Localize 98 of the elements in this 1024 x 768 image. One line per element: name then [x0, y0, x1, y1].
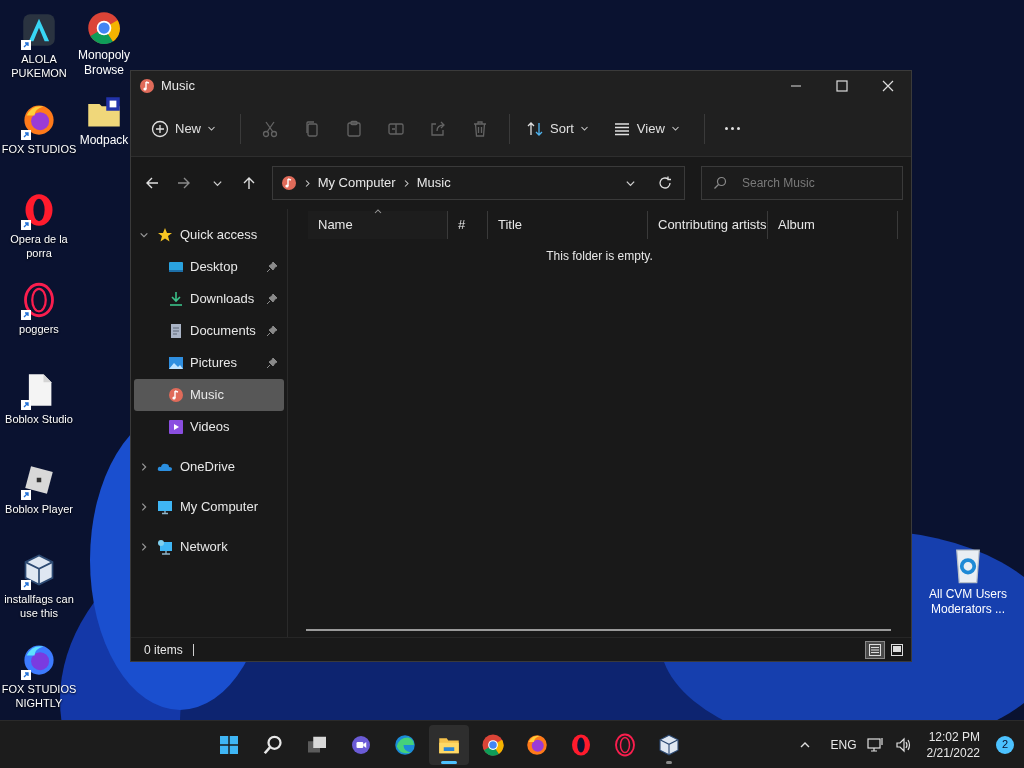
breadcrumb-item[interactable]: Music	[416, 173, 451, 193]
desktop-icon-label[interactable]: installfags can use this	[0, 592, 79, 620]
navigation-item[interactable]: Quick access	[131, 219, 287, 251]
music-note-icon	[168, 387, 184, 403]
app-icon	[613, 732, 638, 757]
navigation-item[interactable]: Pictures	[134, 347, 284, 379]
taskbar-app-button[interactable]	[429, 724, 470, 765]
navigation-item[interactable]: Network	[131, 531, 287, 563]
desktop-icon	[168, 259, 184, 275]
share-icon	[429, 119, 447, 138]
navigation-item[interactable]: My Computer	[131, 491, 287, 523]
back-arrow-icon	[144, 176, 159, 190]
up-arrow-icon	[241, 176, 256, 190]
chevron-icon	[579, 124, 589, 133]
horizontal-scrollbar[interactable]	[306, 629, 891, 631]
network-status-icon[interactable]	[866, 736, 885, 753]
shortcut-arrow-icon	[21, 220, 31, 230]
desktop-icon-label[interactable]: poggers	[0, 322, 79, 336]
refresh-icon[interactable]	[657, 176, 672, 190]
document-icon	[168, 323, 184, 339]
collapsed-chevron-icon	[139, 462, 149, 472]
sort-ascending-icon	[373, 207, 382, 216]
tiles-view-icon	[891, 643, 903, 656]
picture-icon	[168, 355, 184, 371]
volume-icon[interactable]	[894, 736, 913, 753]
shortcut-arrow-icon	[21, 130, 31, 140]
navigation-item[interactable]: Music	[134, 379, 284, 411]
collapsed-chevron-icon	[139, 502, 149, 512]
delete-icon	[471, 119, 489, 138]
desktop-icon-label[interactable]: Modpack	[78, 133, 130, 148]
music-note-icon	[139, 78, 155, 94]
window-title: Music	[161, 77, 195, 96]
desktop-icon-label[interactable]: All CVM Users Moderators ...	[922, 587, 1014, 617]
app-icon	[21, 12, 57, 48]
column-header[interactable]: #	[448, 211, 488, 239]
chevron-icon	[207, 124, 216, 133]
network-icon	[157, 539, 173, 555]
clock-date: 2/21/2022	[926, 744, 980, 761]
app-icon	[525, 732, 550, 757]
shortcut-arrow-icon	[21, 580, 31, 590]
empty-folder-message: This folder is empty.	[546, 248, 653, 265]
video-icon	[168, 419, 184, 435]
desktop-icon-label[interactable]: FOX STUDIOS	[0, 142, 79, 156]
paste-icon	[345, 119, 363, 138]
chevron-icon	[670, 124, 680, 133]
app-icon	[657, 732, 682, 757]
address-bar[interactable]: My Computer Music	[271, 166, 685, 200]
shortcut-arrow-icon	[21, 40, 31, 50]
copy-icon	[303, 119, 321, 138]
details-view-button[interactable]	[865, 640, 885, 659]
forward-arrow-icon	[176, 176, 191, 190]
close-icon	[882, 80, 894, 92]
desktop-icon-label[interactable]: Boblox Player	[0, 502, 79, 516]
maximize-icon	[836, 80, 848, 92]
desktop-icon-label[interactable]: FOX STUDIOS NIGHTLY	[0, 682, 79, 710]
sort-button[interactable]: Sort	[518, 111, 597, 146]
download-icon	[168, 291, 184, 307]
new-button[interactable]: New	[143, 111, 224, 146]
desktop-icon-label[interactable]: ALOLA PUKEMON	[0, 52, 79, 80]
desktop-icon-label[interactable]: Opera de la porra	[0, 232, 79, 260]
music-note-icon	[280, 175, 297, 191]
app-icon	[393, 732, 418, 757]
column-header[interactable]: Name	[308, 211, 448, 239]
shortcut-arrow-icon	[21, 310, 31, 320]
app-icon	[481, 732, 506, 757]
navigation-item[interactable]: Documents	[134, 315, 284, 347]
shortcut-arrow-icon	[21, 670, 31, 680]
expanded-chevron-icon	[139, 230, 149, 240]
language-indicator[interactable]: ENG	[830, 735, 857, 754]
shortcut-arrow-icon	[21, 400, 31, 410]
notification-badge[interactable]: 2	[996, 735, 1014, 754]
app-icon	[86, 10, 122, 46]
clock-time: 12:02 PM	[928, 728, 980, 745]
add-icon	[151, 119, 169, 138]
desktop-icon-label[interactable]: Monopoly Browse	[78, 48, 130, 78]
app-icon	[21, 642, 57, 678]
navigation-item[interactable]: Desktop	[134, 251, 284, 283]
navigation-item[interactable]: Videos	[134, 411, 284, 443]
column-header[interactable]: Album	[768, 211, 898, 239]
monitor-icon	[157, 499, 173, 515]
column-header[interactable]: Title	[488, 211, 648, 239]
view-button[interactable]: View	[604, 111, 688, 146]
desktop-icon-label[interactable]: Boblox Studio	[0, 412, 79, 426]
collapsed-chevron-icon	[139, 542, 149, 552]
star-icon	[157, 227, 173, 243]
search-icon	[712, 176, 727, 190]
item-count: 0 items	[144, 641, 183, 659]
app-icon	[21, 102, 57, 138]
search-field[interactable]: Search Music	[700, 166, 903, 200]
navigation-item[interactable]: OneDrive	[131, 451, 287, 483]
column-header[interactable]: Contributing artists	[648, 211, 768, 239]
navigation-item[interactable]: Downloads	[134, 283, 284, 315]
clock[interactable]: 12:02 PM 2/21/2022	[926, 728, 980, 761]
shortcut-arrow-icon	[21, 490, 31, 500]
cut-icon	[261, 119, 279, 138]
app-icon	[21, 282, 57, 318]
breadcrumb-item[interactable]: My Computer	[317, 173, 396, 193]
details-view-icon	[869, 643, 881, 656]
